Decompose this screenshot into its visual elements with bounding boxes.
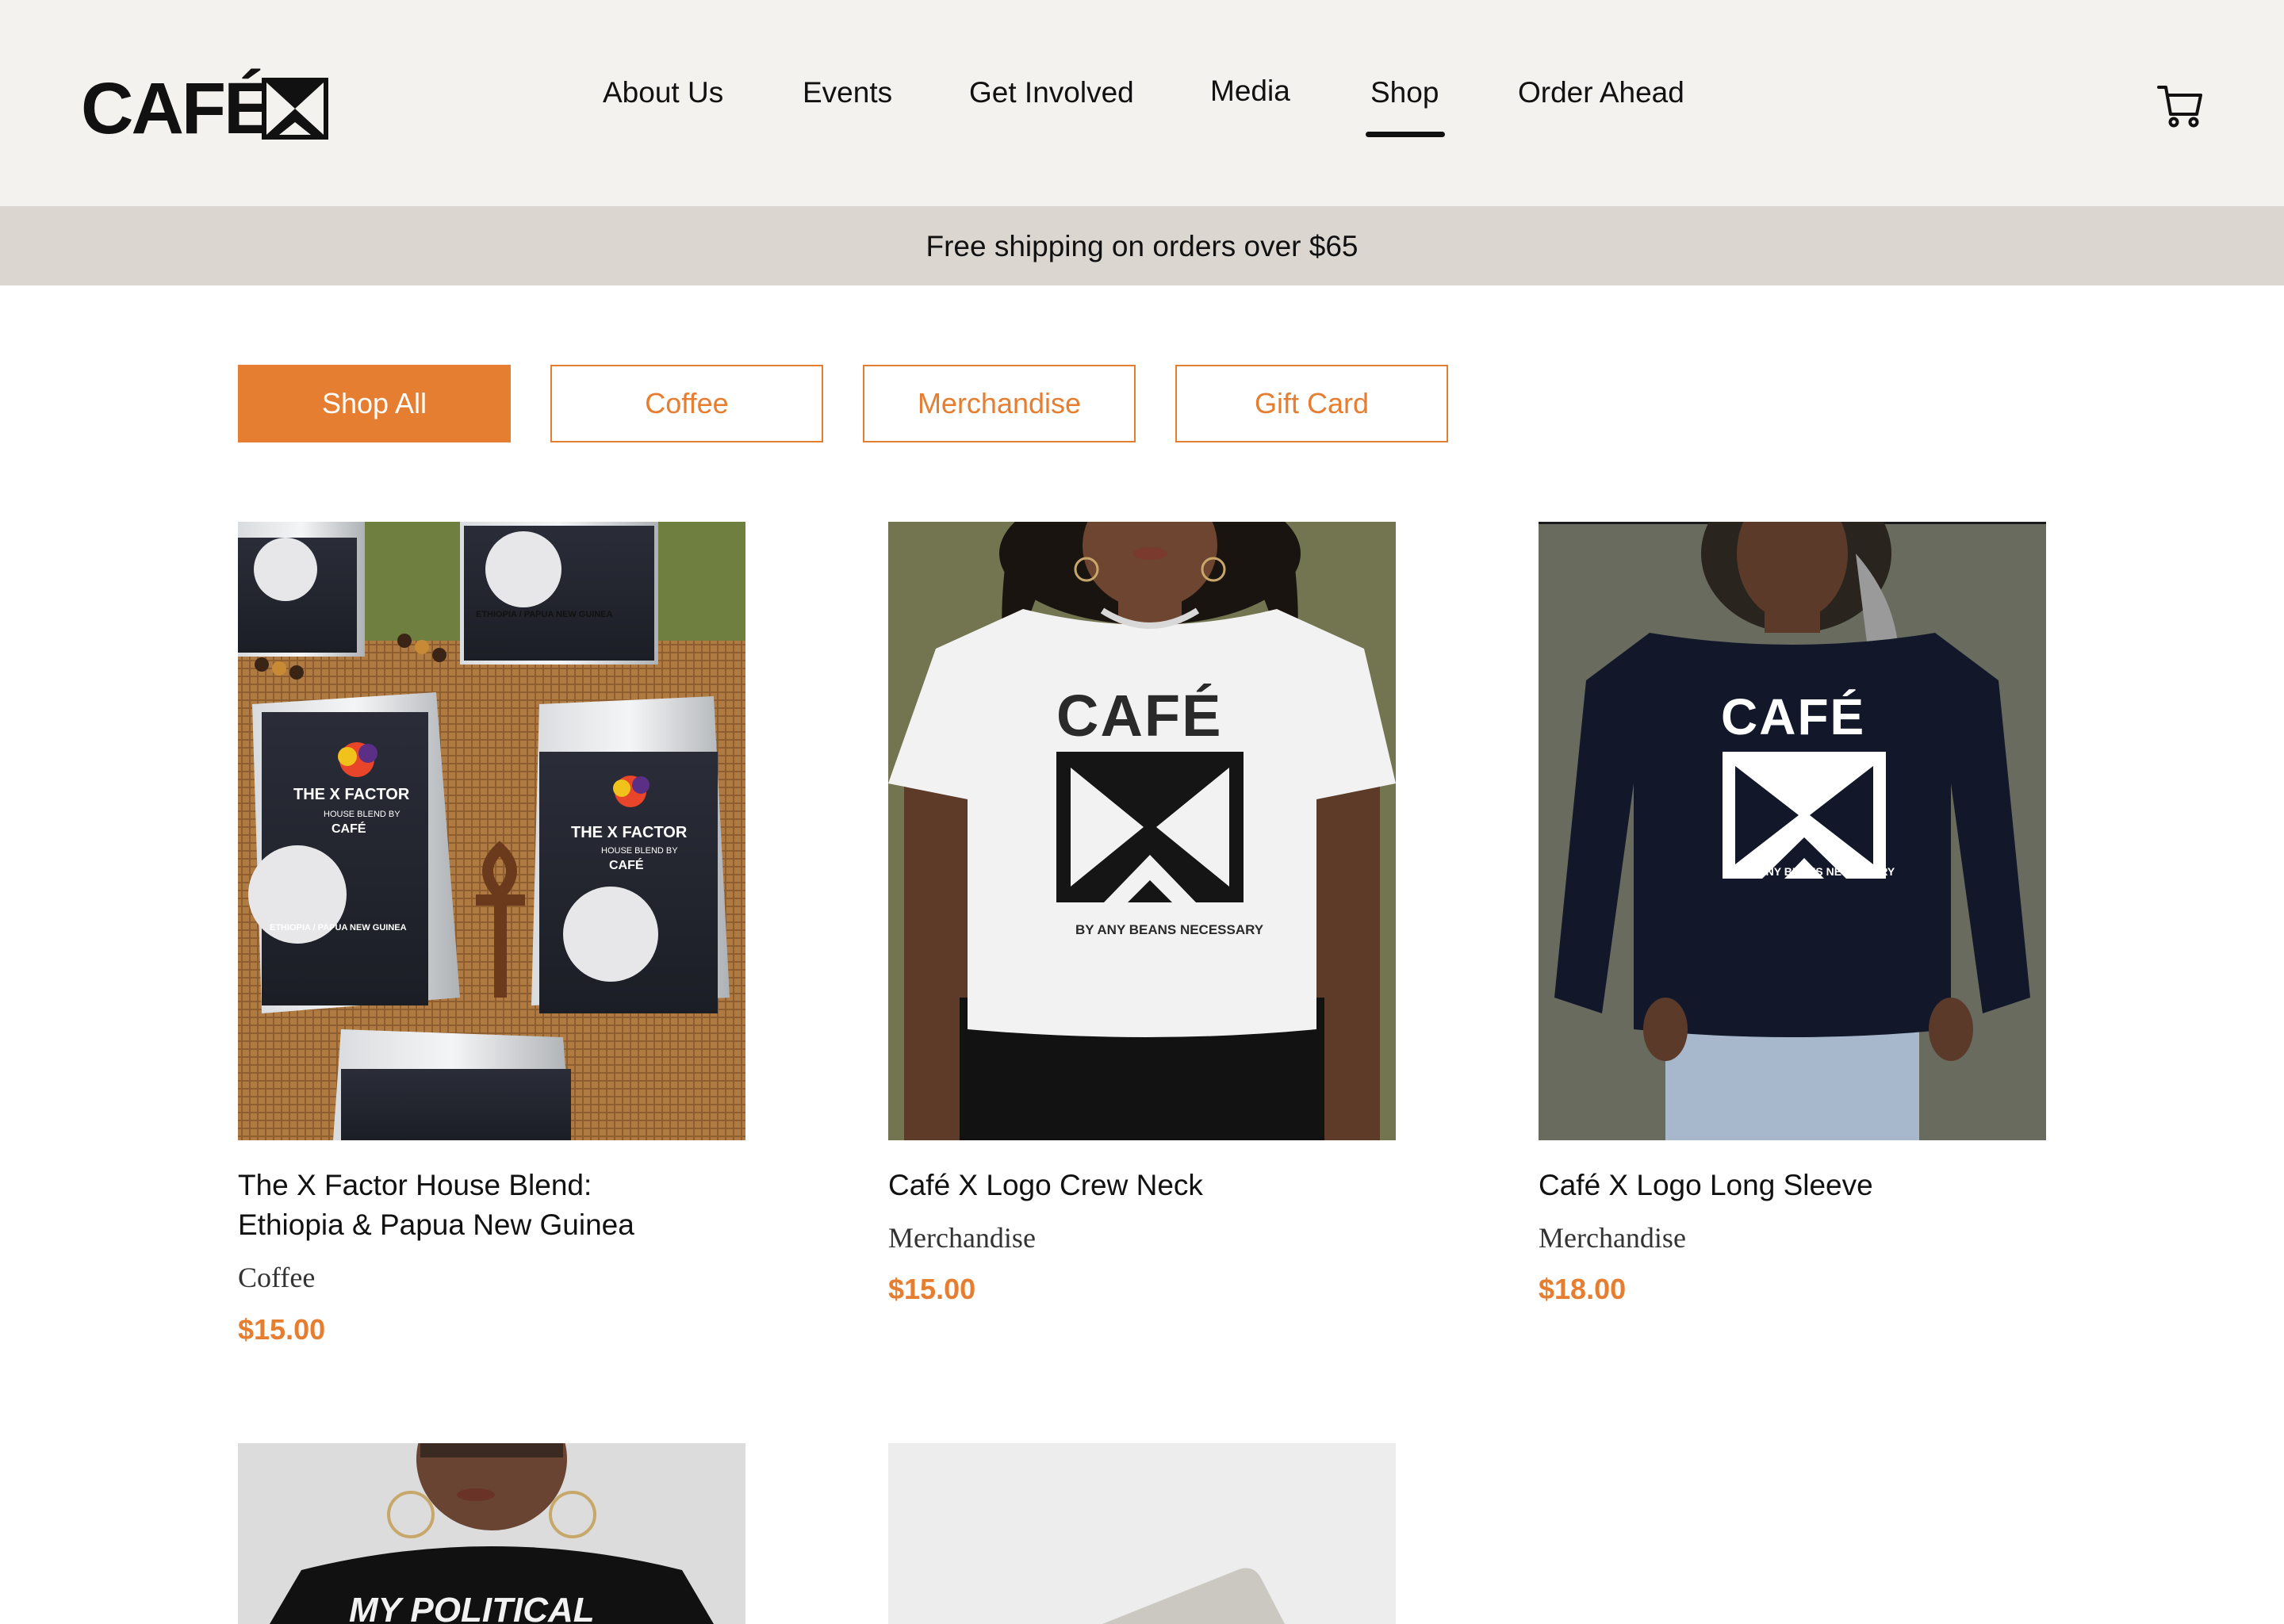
nav-events[interactable]: Events	[803, 76, 892, 109]
logo-text: CAFÉ	[81, 67, 270, 143]
bag-origin-2: ETHIOPIA / PAPUA NEW GUINEA	[476, 610, 613, 619]
product-image-hoodie[interactable]: MY POLITICAL	[238, 1443, 745, 1624]
shipping-banner-text: Free shipping on orders over $65	[925, 230, 1359, 262]
product-title-x-factor-line2: Ethiopia & Papua New Guinea	[238, 1208, 634, 1241]
shipping-banner: Free shipping on orders over $65	[0, 206, 2284, 285]
bag-label-sub-1: HOUSE BLEND BY	[324, 810, 400, 819]
product-image-x-factor[interactable]: THE X FACTOR HOUSE BLEND BY CAFÉ THE X F…	[238, 522, 745, 1140]
site-header: CAFÉ About Us Events Get Involved Media …	[0, 0, 2284, 206]
nav-shop[interactable]: Shop	[1370, 76, 1439, 109]
product-image-long-sleeve[interactable]: CAFÉ BY ANY BEANS NECESSARY	[1539, 522, 2046, 1140]
tee-print-tagline: BY ANY BEANS NECESSARY	[1075, 922, 1264, 937]
nav-media[interactable]: Media	[1210, 75, 1290, 108]
product-category-long-sleeve: Merchandise	[1539, 1222, 1686, 1254]
active-nav-indicator	[1366, 132, 1445, 137]
bag-label-sub-2: HOUSE BLEND BY	[601, 846, 678, 856]
nav-order-ahead[interactable]: Order Ahead	[1518, 76, 1684, 109]
product-price-long-sleeve: $18.00	[1539, 1273, 1627, 1305]
nav-get-involved[interactable]: Get Involved	[969, 76, 1134, 109]
filter-shop-all[interactable]: Shop All	[238, 365, 511, 442]
filter-gift-card[interactable]: Gift Card	[1175, 365, 1448, 442]
product-title-crew-neck[interactable]: Café X Logo Crew Neck	[888, 1166, 1396, 1205]
filter-coffee[interactable]: Coffee	[550, 365, 823, 442]
bag-origin-1: ETHIOPIA / PAPUA NEW GUINEA	[270, 923, 407, 933]
product-title-x-factor[interactable]: The X Factor House Blend: Ethiopia & Pap…	[238, 1166, 745, 1245]
product-image-crew-neck[interactable]: CAFÉ BY ANY BEANS NECESSARY	[888, 522, 1396, 1140]
filter-merchandise[interactable]: Merchandise	[863, 365, 1136, 442]
product-title-x-factor-line1: The X Factor House Blend:	[238, 1169, 592, 1201]
sleeve-print-word: CAFÉ	[1721, 688, 1865, 745]
cart-icon[interactable]	[2157, 82, 2203, 128]
product-price-crew-neck: $15.00	[888, 1273, 976, 1305]
nav-about-us[interactable]: About Us	[603, 76, 723, 109]
hoodie-print-text: MY POLITICAL	[349, 1591, 595, 1624]
bag-label-brand-1: CAFÉ	[331, 821, 366, 836]
sleeve-print-tagline: BY ANY BEANS NECESSARY	[1740, 865, 1895, 878]
bag-label-title-2: THE X FACTOR	[571, 824, 688, 841]
product-price-x-factor: $15.00	[238, 1313, 326, 1346]
product-category-x-factor: Coffee	[238, 1262, 316, 1293]
product-title-long-sleeve[interactable]: Café X Logo Long Sleeve	[1539, 1166, 2046, 1205]
product-image-gift-card[interactable]	[888, 1443, 1396, 1624]
tee-print-word: CAFÉ	[1056, 683, 1222, 749]
bag-label-brand-2: CAFÉ	[609, 857, 644, 872]
product-category-crew-neck: Merchandise	[888, 1222, 1036, 1254]
cafe-x-logo[interactable]: CAFÉ	[81, 60, 331, 143]
bag-label-title-1: THE X FACTOR	[293, 786, 410, 803]
